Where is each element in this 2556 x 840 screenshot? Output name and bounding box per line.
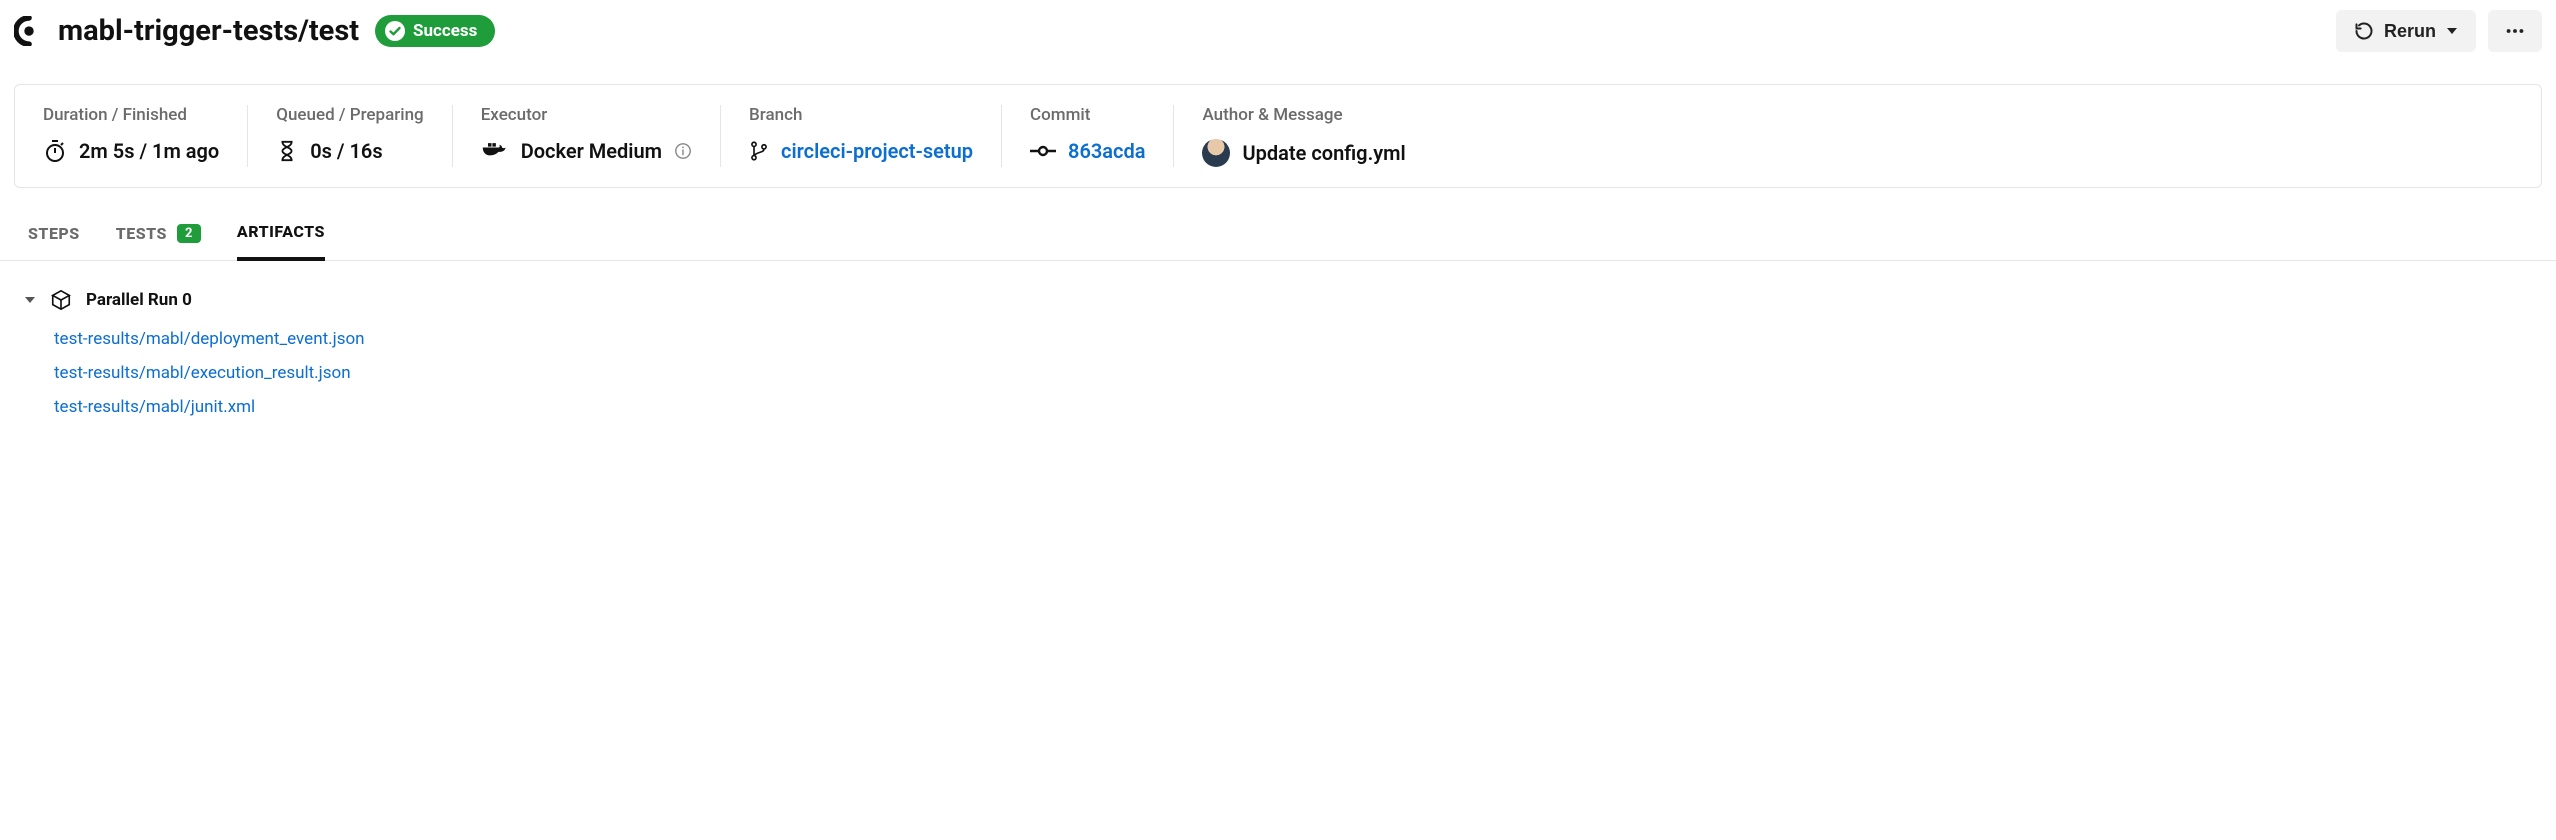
metric-label: Commit <box>1030 105 1145 125</box>
more-button[interactable] <box>2488 10 2542 52</box>
artifact-link[interactable]: test-results/mabl/execution_result.json <box>54 363 2532 383</box>
artifact-link[interactable]: test-results/mabl/deployment_event.json <box>54 329 2532 349</box>
git-branch-icon <box>749 139 769 163</box>
metric-commit: Commit 863acda <box>1002 105 1174 167</box>
stopwatch-icon <box>43 139 67 163</box>
info-icon[interactable] <box>674 142 692 160</box>
job-metrics-card: Duration / Finished 2m 5s / 1m ago Queue… <box>14 84 2542 188</box>
parallel-run-header[interactable]: Parallel Run 0 <box>24 289 2532 311</box>
metric-label: Queued / Preparing <box>276 105 423 125</box>
job-title: mabl-trigger-tests/test <box>14 14 359 48</box>
artifacts-panel: Parallel Run 0 test-results/mabl/deploym… <box>0 261 2556 445</box>
metric-executor: Executor Docker Medium <box>453 105 721 167</box>
tab-label: ARTIFACTS <box>237 222 325 241</box>
tab-label: TESTS <box>116 224 167 243</box>
metric-label: Branch <box>749 105 973 125</box>
metric-branch: Branch circleci-project-setup <box>721 105 1002 167</box>
commit-message: Update config.yml <box>1242 141 1405 165</box>
tab-steps[interactable]: STEPS <box>28 222 80 260</box>
check-circle-icon <box>385 21 405 41</box>
metric-label: Executor <box>481 105 692 125</box>
avatar <box>1202 139 1230 167</box>
git-commit-icon <box>1030 141 1056 161</box>
hourglass-icon <box>276 139 298 163</box>
duration-value: 2m 5s / 1m ago <box>79 139 219 163</box>
tab-artifacts[interactable]: ARTIFACTS <box>237 222 325 261</box>
job-title-text: mabl-trigger-tests/test <box>58 14 359 48</box>
metric-label: Duration / Finished <box>43 105 219 125</box>
caret-down-icon <box>2446 25 2458 37</box>
circleci-icon <box>14 16 44 46</box>
artifact-list: test-results/mabl/deployment_event.json … <box>24 329 2532 417</box>
rerun-button[interactable]: Rerun <box>2336 10 2476 52</box>
box-icon <box>50 289 72 311</box>
status-label: Success <box>413 21 477 41</box>
executor-value: Docker Medium <box>521 139 662 163</box>
tabs: STEPS TESTS 2 ARTIFACTS <box>0 188 2556 261</box>
caret-down-icon <box>24 294 36 306</box>
status-badge: Success <box>375 15 495 47</box>
parallel-run-title: Parallel Run 0 <box>86 290 192 310</box>
ellipsis-icon <box>2504 20 2526 42</box>
tests-count-badge: 2 <box>177 224 201 243</box>
refresh-icon <box>2354 21 2374 41</box>
branch-link[interactable]: circleci-project-setup <box>781 139 973 163</box>
metric-author: Author & Message Update config.yml <box>1174 105 1433 167</box>
metric-queued: Queued / Preparing 0s / 16s <box>248 105 452 167</box>
tab-label: STEPS <box>28 224 80 243</box>
metric-label: Author & Message <box>1202 105 1405 125</box>
metric-duration: Duration / Finished 2m 5s / 1m ago <box>37 105 248 167</box>
docker-icon <box>481 140 509 162</box>
commit-link[interactable]: 863acda <box>1068 139 1145 163</box>
queued-value: 0s / 16s <box>310 139 382 163</box>
tab-tests[interactable]: TESTS 2 <box>116 222 201 260</box>
artifact-link[interactable]: test-results/mabl/junit.xml <box>54 397 2532 417</box>
rerun-label: Rerun <box>2384 21 2436 42</box>
